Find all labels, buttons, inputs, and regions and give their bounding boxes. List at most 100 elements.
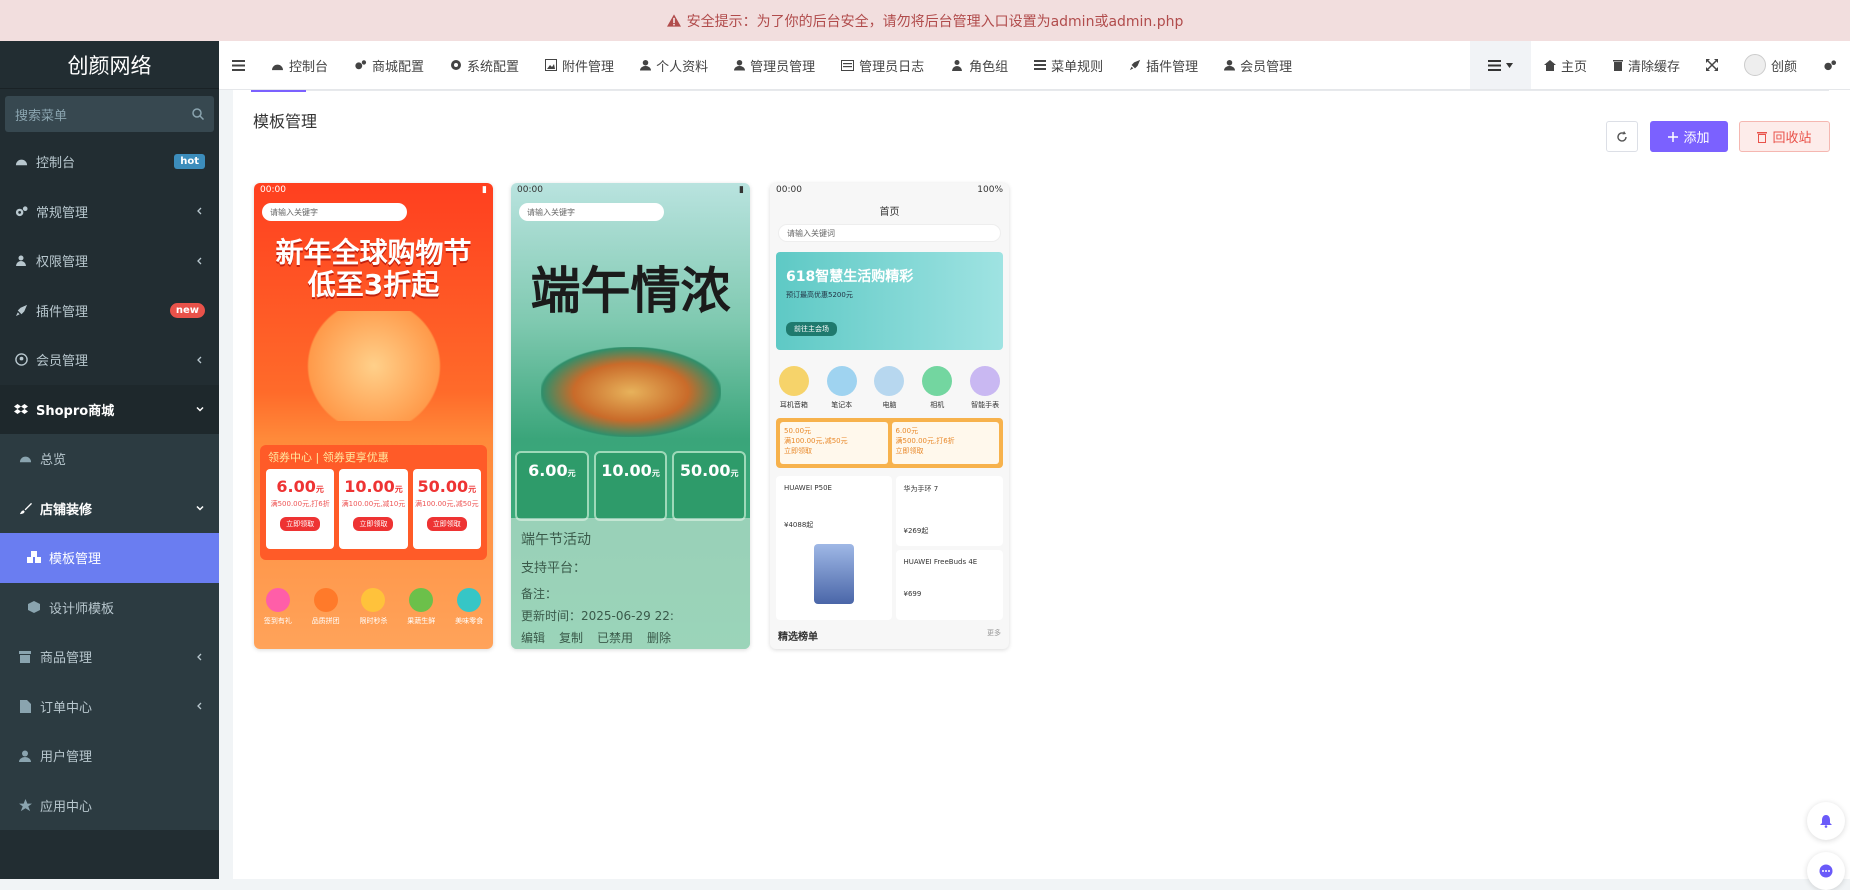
user-menu[interactable]: 创颜 xyxy=(1731,41,1810,89)
refresh-button[interactable] xyxy=(1606,121,1638,152)
sidebar-item-store-decoration[interactable]: 店铺装修 xyxy=(0,483,219,533)
dashboard-icon xyxy=(18,452,32,466)
chat-fab[interactable] xyxy=(1807,852,1845,890)
cubes-icon xyxy=(27,551,41,565)
tab-admin-manage[interactable]: 管理员管理 xyxy=(721,41,828,89)
tab-profile[interactable]: 个人资料 xyxy=(627,41,721,89)
category-item: 电脑 xyxy=(874,366,905,410)
more-tabs-dropdown[interactable] xyxy=(1469,41,1531,89)
search-icon[interactable] xyxy=(192,108,204,120)
category-label: 耳机音箱 xyxy=(779,401,808,409)
notification-fab[interactable] xyxy=(1807,802,1845,840)
clear-cache-button[interactable]: 清除缓存 xyxy=(1600,41,1693,89)
clear-cache-label: 清除缓存 xyxy=(1627,59,1680,75)
tab-label: 个人资料 xyxy=(656,59,709,75)
coupon-value: 6.00 xyxy=(528,461,568,480)
tab-label: 附件管理 xyxy=(562,59,615,75)
section-header: 精选榜单 更多 xyxy=(770,620,1009,649)
alert-text: 安全提示：为了你的后台安全，请勿将后台管理入口设置为admin或admin.ph… xyxy=(686,13,1184,30)
tab-menu-rules[interactable]: 菜单规则 xyxy=(1021,41,1116,89)
phone-image xyxy=(813,544,854,604)
sidebar-item-label: 总览 xyxy=(40,453,67,469)
bars-icon xyxy=(232,59,245,71)
banner-title: 618智慧生活购精彩 xyxy=(786,269,914,285)
content-panel: 模板管理 添加 回收站 00:00 ▮ 请输入关键字 新年全球购物节 低至3折起 领… xyxy=(233,90,1850,879)
edit-button[interactable]: 编辑 xyxy=(521,629,545,646)
tab-role-group[interactable]: 角色组 xyxy=(937,41,1021,89)
add-button[interactable]: 添加 xyxy=(1650,121,1728,152)
tab-plugin-manage[interactable]: 插件管理 xyxy=(1116,41,1211,89)
camera-icon xyxy=(922,366,953,396)
headphone-icon xyxy=(778,366,809,396)
clock-icon xyxy=(361,588,386,612)
sidebar-item-users[interactable]: 用户管理 xyxy=(0,731,219,781)
delete-button[interactable]: 删除 xyxy=(647,629,671,646)
tab-admin-log[interactable]: 管理员日志 xyxy=(828,41,937,89)
sidebar-item-shopro[interactable]: Shopro商城 xyxy=(0,384,219,434)
tab-label: 会员管理 xyxy=(1240,59,1293,75)
template-card[interactable]: 00:00 ▮ 请输入关键字 新年全球购物节 低至3折起 领券中心 | 领券更享优惠… xyxy=(254,183,493,649)
sidebar-item-general[interactable]: 常规管理 xyxy=(0,187,219,237)
logo[interactable]: 创颜网络 xyxy=(0,41,219,89)
gift-icon xyxy=(265,588,290,612)
sidebar-item-orders[interactable]: 订单中心 xyxy=(0,681,219,731)
tab-attachments[interactable]: 附件管理 xyxy=(532,41,627,89)
dashboard-icon xyxy=(272,64,283,70)
preview-search-text: 请输入关键字 xyxy=(527,207,575,217)
active-tab-indicator xyxy=(251,90,306,92)
new-badge: new xyxy=(169,302,205,318)
sidebar-item-members[interactable]: 会员管理 xyxy=(0,335,219,385)
coupon-desc: 满100.00元,减50元 xyxy=(784,437,848,445)
template-card[interactable]: 00:00 100% 首页 请输入关键词 618智慧生活购精彩 预订最高优惠520… xyxy=(770,183,1009,649)
settings-button[interactable] xyxy=(1810,41,1850,89)
platform-label: 支持平台： xyxy=(521,561,587,576)
tab-dashboard[interactable]: 控制台 xyxy=(258,41,341,89)
sidebar-item-label: 用户管理 xyxy=(40,750,93,766)
paintbrush-icon xyxy=(18,501,32,515)
category-label: 限时秒杀 xyxy=(359,617,388,625)
cube-icon xyxy=(27,600,41,614)
list-alt-icon xyxy=(841,59,855,71)
status-time: 00:00 xyxy=(260,185,286,195)
category-label: 电脑 xyxy=(882,401,897,409)
coupon-unit: 元 xyxy=(394,485,403,494)
preview-search-bar: 请输入关键词 xyxy=(778,224,1001,242)
product-card: 华为手环 7 ¥269起 xyxy=(895,476,1003,546)
sidebar-item-label: Shopro商城 xyxy=(36,403,115,419)
phone-status-bar: 00:00 100% xyxy=(770,183,1009,197)
bars-icon xyxy=(1034,60,1047,70)
battery-level: 100% xyxy=(977,185,1003,195)
sidebar-item-designer-template[interactable]: 设计师模板 xyxy=(0,582,219,632)
preview-search-text: 请输入关键词 xyxy=(787,228,835,238)
coupon: 6.00元 满500.00元,打6折 立即领取 xyxy=(891,422,999,464)
category-item: 美味零食 xyxy=(455,588,483,626)
sidebar-toggle-button[interactable] xyxy=(219,41,258,89)
tab-member-manage[interactable]: 会员管理 xyxy=(1211,41,1305,89)
menu-search-input[interactable]: 搜索菜单 xyxy=(5,96,214,132)
updated-label: 更新时间： xyxy=(521,609,582,623)
sidebar-item-products[interactable]: 商品管理 xyxy=(0,632,219,682)
recycle-bin-button[interactable]: 回收站 xyxy=(1739,121,1830,152)
tab-system-config[interactable]: 系统配置 xyxy=(437,41,532,89)
sidebar-item-app-center[interactable]: 应用中心 xyxy=(0,780,219,830)
coupon-unit: 元 xyxy=(468,485,477,494)
sidebar-item-plugins[interactable]: 插件管理 new xyxy=(0,286,219,336)
tab-mall-config[interactable]: 商城配置 xyxy=(341,41,437,89)
tab-label: 管理员管理 xyxy=(750,59,816,75)
preview-header: 首页 xyxy=(879,207,900,218)
coupon-value: 50.00元 xyxy=(784,427,812,435)
home-link[interactable]: 主页 xyxy=(1531,41,1600,89)
banner-headline: 新年全球购物节 低至3折起 xyxy=(254,237,493,301)
sidebar-item-dashboard[interactable]: 控制台 hot xyxy=(0,137,219,187)
tab-label: 控制台 xyxy=(289,59,329,75)
home-icon xyxy=(1543,59,1556,71)
disabled-toggle[interactable]: 已禁用 xyxy=(597,629,633,646)
copy-button[interactable]: 复制 xyxy=(559,629,583,646)
fullscreen-button[interactable] xyxy=(1693,41,1731,89)
sidebar-item-auth[interactable]: 权限管理 xyxy=(0,236,219,286)
template-card[interactable]: 00:00 ▮ 请输入关键字 端午情浓 6.00元 10.00元 50.00元 端… xyxy=(511,183,750,649)
coupon-value: 6.00 xyxy=(276,477,316,496)
sidebar-item-overview[interactable]: 总览 xyxy=(0,434,219,484)
sidebar-item-template-manage[interactable]: 模板管理 xyxy=(0,533,219,583)
coupon-button: 立即领取 xyxy=(895,447,924,455)
